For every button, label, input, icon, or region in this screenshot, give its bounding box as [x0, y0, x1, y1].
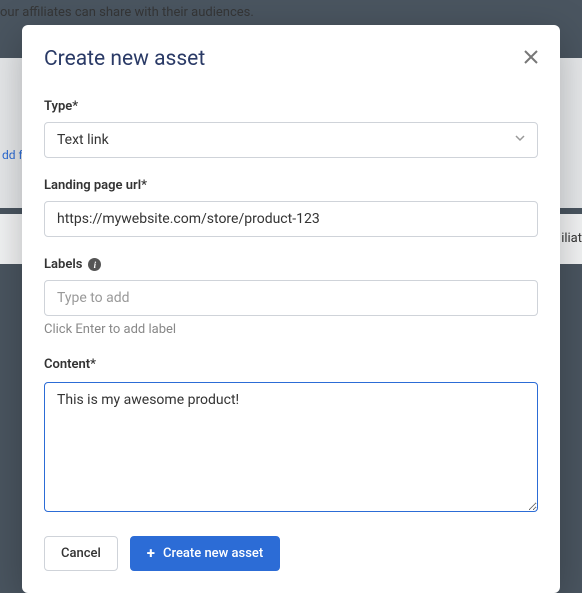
background-text: our affiliates can share with their audi…	[0, 5, 254, 20]
landing-url-label: Landing page url*	[44, 178, 538, 193]
type-select[interactable]: Text link	[44, 122, 538, 158]
info-icon[interactable]: i	[88, 258, 101, 271]
create-asset-modal: Create new asset Type* Text link Landing…	[22, 25, 560, 593]
content-label: Content*	[44, 357, 538, 372]
type-label: Type*	[44, 99, 538, 114]
labels-label: Labels	[44, 257, 82, 272]
background-right-fragment: iliat	[561, 231, 582, 246]
background-link-fragment: dd f	[2, 148, 23, 162]
plus-icon: +	[147, 546, 155, 561]
content-textarea[interactable]	[44, 382, 538, 512]
modal-title: Create new asset	[44, 47, 205, 71]
labels-input[interactable]	[44, 280, 538, 316]
cancel-button[interactable]: Cancel	[44, 536, 118, 571]
create-asset-button[interactable]: + Create new asset	[130, 536, 280, 571]
create-asset-button-label: Create new asset	[163, 546, 263, 561]
close-icon[interactable]	[524, 47, 538, 67]
labels-hint: Click Enter to add label	[44, 322, 538, 337]
landing-url-input[interactable]	[44, 201, 538, 237]
